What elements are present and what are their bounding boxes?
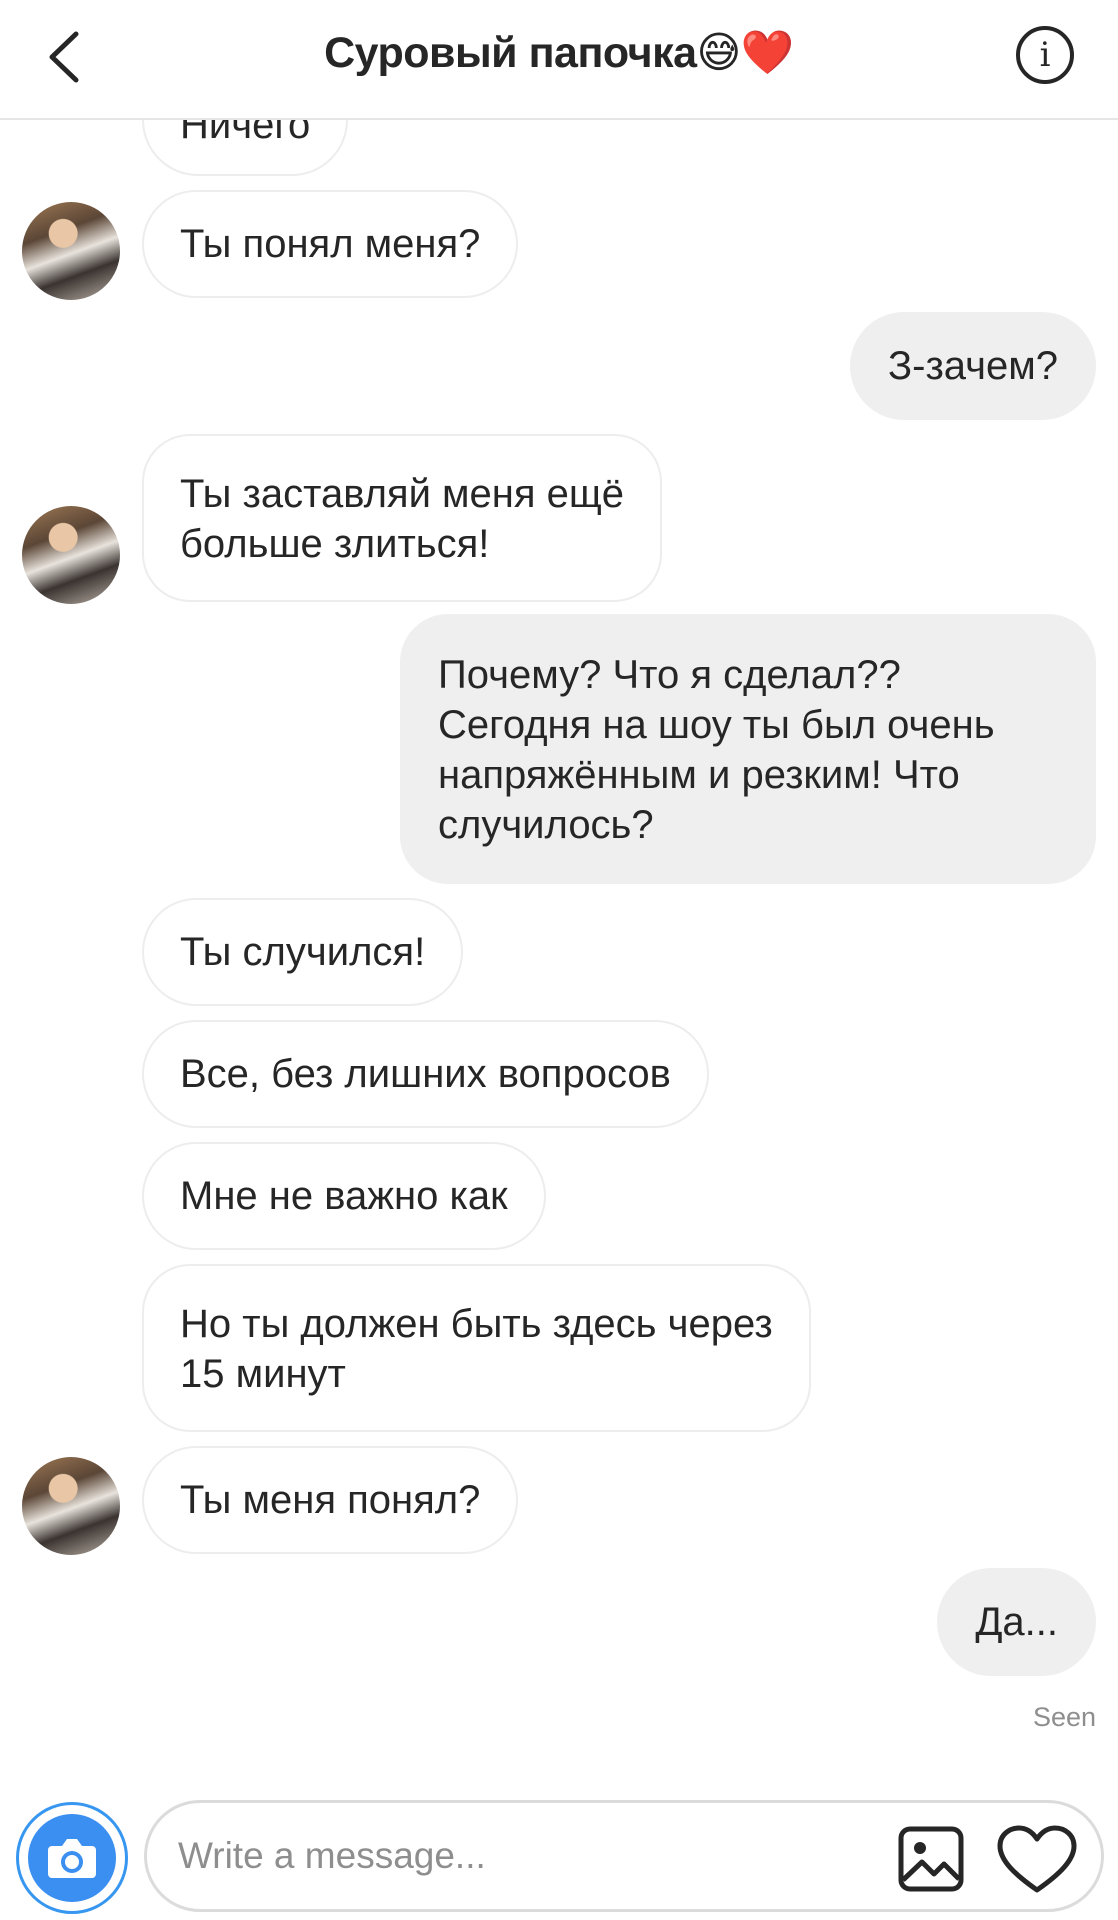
message-input[interactable] <box>176 1827 880 1885</box>
message-bubble-outgoing[interactable]: З-зачем? <box>849 312 1096 420</box>
message-line: Почему? Что я сделал?? <box>438 653 901 697</box>
message-bubble-incoming[interactable]: Ты случился! <box>142 898 464 1006</box>
message-text: Мне не важно как <box>180 1174 508 1218</box>
camera-icon <box>28 1814 116 1902</box>
message-line: Но ты должен быть здесь через <box>180 1302 773 1346</box>
message-text: Все, без лишних вопросов <box>180 1052 671 1096</box>
message-line: случилось? <box>438 803 654 847</box>
message-line: Ты заставляй меня ещё <box>180 472 625 516</box>
message-text: Ты понял меня? <box>180 222 481 266</box>
message-bubble-incoming[interactable]: Все, без лишних вопросов <box>142 1020 709 1128</box>
message-text: Ты случился! <box>180 930 426 974</box>
message-bubble-incoming[interactable]: Ты меня понял? <box>142 1446 519 1554</box>
message-bubble-incoming[interactable]: Ты понял меня? <box>142 190 519 298</box>
message-line: Сегодня на шоу ты был очень <box>438 703 995 747</box>
message-text: З-зачем? <box>887 344 1058 388</box>
message-line: больше злиться! <box>180 522 490 566</box>
message-bubble-outgoing[interactable]: Да... <box>937 1568 1096 1676</box>
info-icon[interactable]: i <box>1016 26 1074 84</box>
camera-button[interactable] <box>16 1802 128 1914</box>
message-text: Ты меня понял? <box>180 1478 481 1522</box>
message-bubble-incoming[interactable]: Мне не важно как <box>142 1142 546 1250</box>
heart-icon[interactable] <box>996 1824 1078 1896</box>
message-bubble-incoming[interactable]: Но ты должен быть здесь через 15 минут <box>142 1264 811 1432</box>
avatar[interactable] <box>22 202 120 300</box>
message-bubble-outgoing[interactable]: Почему? Что я сделал?? Сегодня на шоу ты… <box>400 614 1096 884</box>
avatar[interactable] <box>22 506 120 604</box>
chat-header: Суровый папочка😅❤️ i <box>0 0 1118 120</box>
avatar[interactable] <box>22 1457 120 1555</box>
message-text: Да... <box>975 1600 1058 1644</box>
gallery-icon[interactable] <box>898 1826 964 1892</box>
message-line: напряжённым и резким! Что <box>438 753 960 797</box>
message-line: 15 минут <box>180 1352 346 1396</box>
chat-title[interactable]: Суровый папочка😅❤️ <box>0 28 1118 78</box>
message-bubble-incoming[interactable]: Ты заставляй меня ещё больше злиться! <box>142 434 663 602</box>
seen-status: Seen <box>1032 1702 1096 1732</box>
